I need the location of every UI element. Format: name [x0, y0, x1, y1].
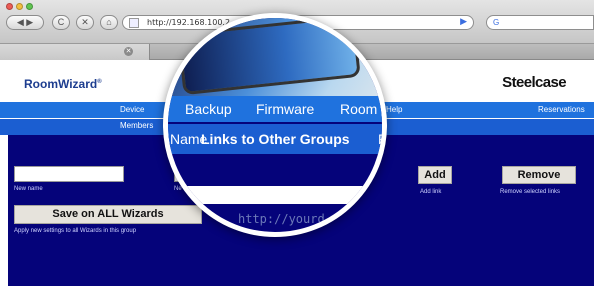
window-controls [6, 3, 33, 10]
go-icon[interactable]: ▶ [460, 16, 467, 29]
nav-item-members[interactable]: Members [120, 119, 153, 133]
app-logo-text: RoomWizard [24, 77, 98, 91]
link-url-placeholder: http://yourd [238, 212, 325, 226]
home-icon: ⌂ [106, 17, 112, 27]
roomwizard-device-image [177, 18, 361, 96]
google-icon: G [493, 18, 500, 27]
zoomed-secondary-nav: Name Links to Other Groups F [168, 124, 382, 154]
new-name-label: New name [14, 186, 43, 192]
screenshot: ◀ ▶ C ✕ ⌂ http://192.168.100.2 ▶ G ✕ Roo… [0, 0, 594, 291]
nav-item-room[interactable]: Room [340, 96, 377, 122]
close-window-icon[interactable] [6, 3, 13, 10]
device-photo [168, 18, 382, 96]
back-icon[interactable]: ◀ [17, 17, 24, 27]
browser-tab[interactable]: ✕ [0, 44, 150, 60]
magnifier-lens: Backup Firmware Room Name Links to Other… [163, 13, 387, 237]
nav-item-help[interactable]: Help [386, 102, 402, 118]
add-link-label: Add link [420, 189, 442, 195]
page-icon [129, 18, 139, 28]
nav-item-device[interactable]: Device [120, 102, 144, 118]
remove-selected-label: Remove selected links [500, 189, 561, 195]
home-button[interactable]: ⌂ [100, 15, 118, 30]
roomwizard-logo: RoomWizard® [24, 77, 102, 91]
stop-icon: ✕ [81, 17, 89, 27]
nav-item-reservations[interactable]: Reservations [538, 102, 585, 118]
steelcase-logo: Steelcase [502, 74, 566, 91]
nav-item-backup[interactable]: Backup [185, 96, 232, 122]
reload-button[interactable]: C [52, 15, 70, 30]
new-name-input[interactable] [14, 166, 124, 182]
remove-button[interactable]: Remove [502, 166, 576, 184]
reload-icon: C [57, 17, 65, 27]
forward-icon[interactable]: ▶ [26, 17, 33, 27]
save-all-button[interactable]: Save on ALL Wizards [14, 205, 202, 224]
nav-item-firmware[interactable]: Firmware [256, 96, 314, 122]
minimize-window-icon[interactable] [16, 3, 23, 10]
registered-mark: ® [97, 79, 102, 85]
save-all-hint: Apply new settings to all Wizards in thi… [14, 228, 137, 234]
back-forward-buttons[interactable]: ◀ ▶ [6, 15, 44, 30]
zoom-window-icon[interactable] [26, 3, 33, 10]
stop-button[interactable]: ✕ [76, 15, 94, 30]
tab-close-icon[interactable]: ✕ [124, 47, 133, 56]
zoomed-primary-nav: Backup Firmware Room [168, 96, 382, 122]
zoomed-link-input[interactable] [168, 186, 382, 204]
nav-item-links-to-other-groups[interactable]: Links to Other Groups [201, 124, 350, 154]
add-button[interactable]: Add [418, 166, 452, 184]
search-field[interactable]: G [486, 15, 594, 30]
